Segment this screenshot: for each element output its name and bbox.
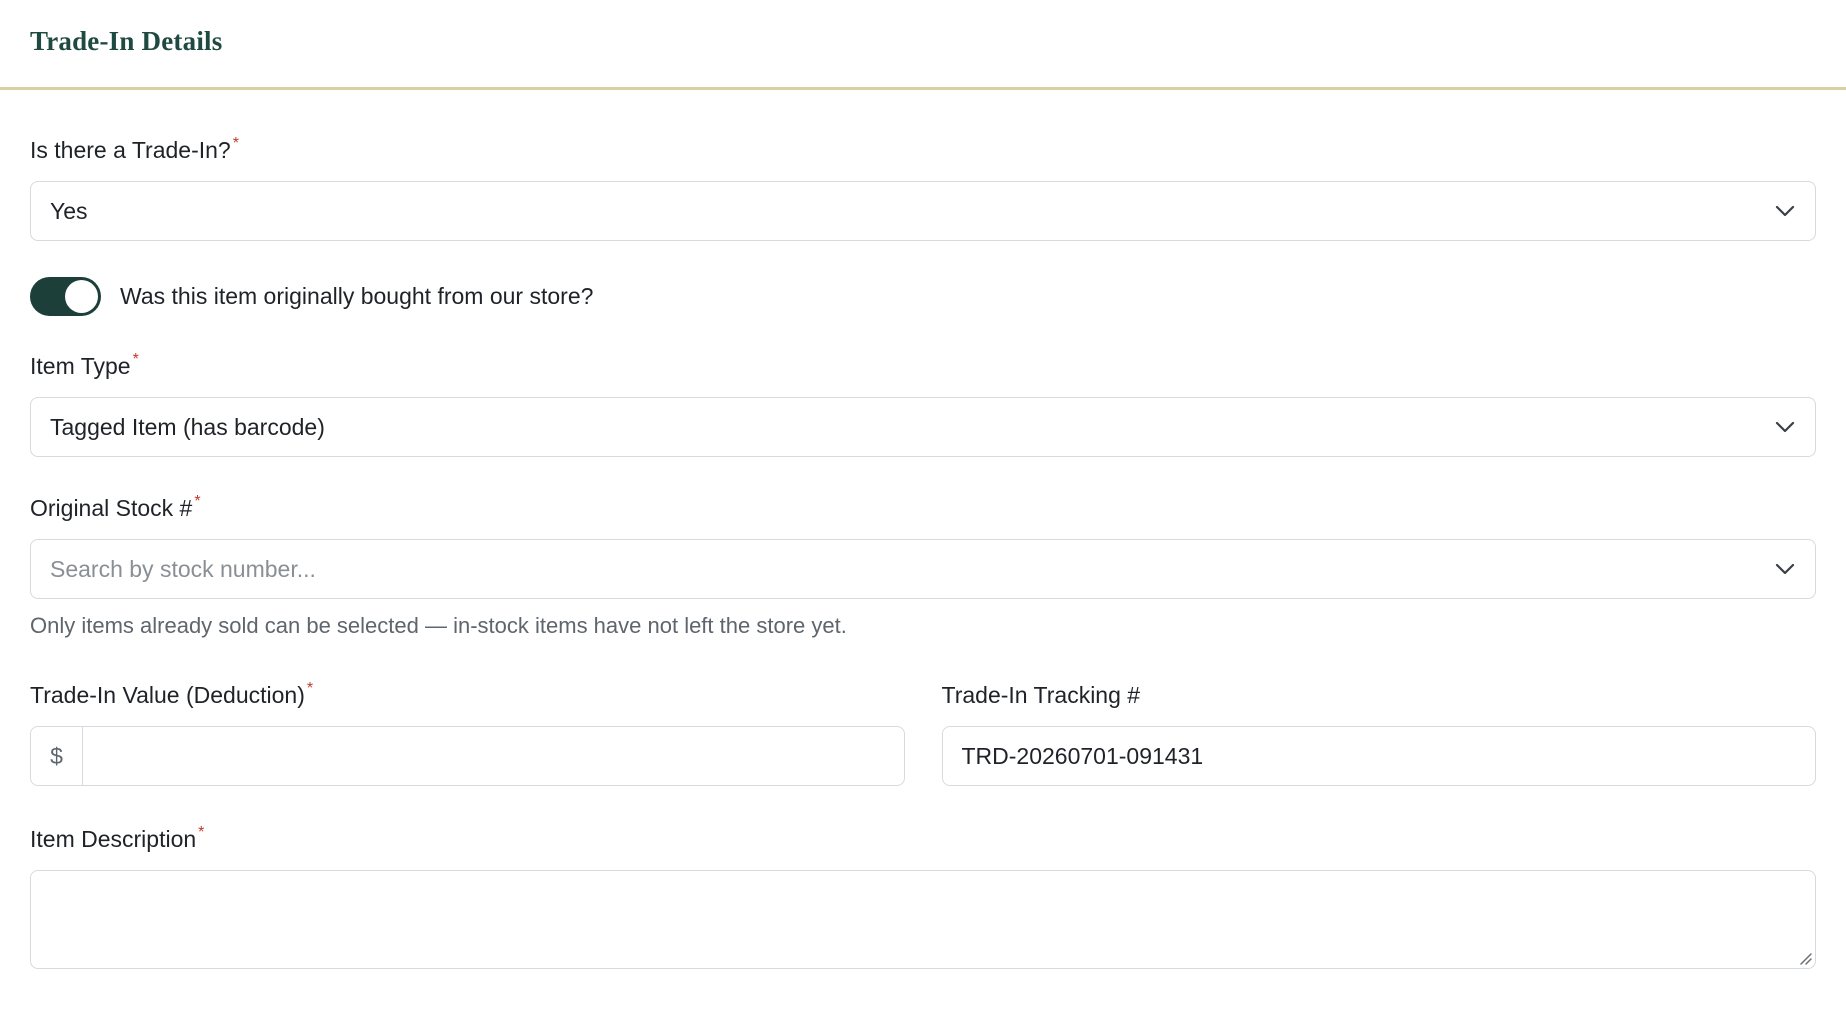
chevron-down-icon xyxy=(1775,421,1795,433)
required-asterisk: * xyxy=(194,493,201,510)
trade-in-details-panel: Trade-In Details Is there a Trade-In? * Y… xyxy=(0,0,1846,1018)
trade-in-label: Is there a Trade-In? xyxy=(30,137,231,163)
item-description-textarea[interactable] xyxy=(30,870,1816,969)
item-type-field: Item Type * Tagged Item (has barcode) xyxy=(30,351,1816,457)
chevron-down-icon xyxy=(1775,563,1795,575)
item-description-label: Item Description xyxy=(30,826,197,852)
original-stock-label: Original Stock # xyxy=(30,495,193,521)
required-asterisk: * xyxy=(232,135,239,152)
value-tracking-row: Trade-In Value (Deduction) * $ Trade-In T… xyxy=(30,680,1816,786)
trade-in-selected-value: Yes xyxy=(50,197,88,224)
tracking-label: Trade-In Tracking # xyxy=(941,682,1141,708)
original-stock-placeholder: Search by stock number... xyxy=(50,555,316,582)
original-stock-search[interactable]: Search by stock number... xyxy=(30,539,1816,599)
bought-from-store-label: Was this item originally bought from our… xyxy=(120,283,594,309)
bought-from-store-row: Was this item originally bought from our… xyxy=(30,277,1816,316)
tracking-input[interactable]: TRD-20260701-091431 xyxy=(941,726,1816,786)
trade-in-value-input[interactable]: $ xyxy=(30,726,905,786)
bought-from-store-toggle[interactable] xyxy=(30,277,101,316)
trade-in-field: Is there a Trade-In? * Yes xyxy=(30,135,1816,241)
tracking-value: TRD-20260701-091431 xyxy=(961,742,1204,769)
section-title: Trade-In Details xyxy=(30,26,223,56)
required-asterisk: * xyxy=(132,351,139,368)
trade-in-value-field: Trade-In Value (Deduction) * $ xyxy=(30,680,905,786)
form-body: Is there a Trade-In? * Yes Was this item … xyxy=(0,135,1846,969)
item-description-field: Item Description * xyxy=(30,824,1816,969)
item-type-selected-value: Tagged Item (has barcode) xyxy=(50,413,325,440)
toggle-knob xyxy=(65,280,98,313)
currency-prefix: $ xyxy=(31,727,83,785)
required-asterisk: * xyxy=(198,824,205,841)
resize-handle-icon[interactable] xyxy=(1798,951,1812,965)
item-type-select[interactable]: Tagged Item (has barcode) xyxy=(30,397,1816,457)
chevron-down-icon xyxy=(1775,205,1795,217)
trade-in-select[interactable]: Yes xyxy=(30,181,1816,241)
tracking-field: Trade-In Tracking # TRD-20260701-091431 xyxy=(941,682,1816,786)
original-stock-help-text: Only items already sold can be selected … xyxy=(30,613,847,638)
required-asterisk: * xyxy=(306,680,314,697)
item-type-label: Item Type xyxy=(30,353,131,379)
trade-in-value-label: Trade-In Value (Deduction) xyxy=(30,682,305,708)
section-header: Trade-In Details xyxy=(0,0,1846,90)
original-stock-field: Original Stock # * Search by stock number… xyxy=(30,493,1816,639)
